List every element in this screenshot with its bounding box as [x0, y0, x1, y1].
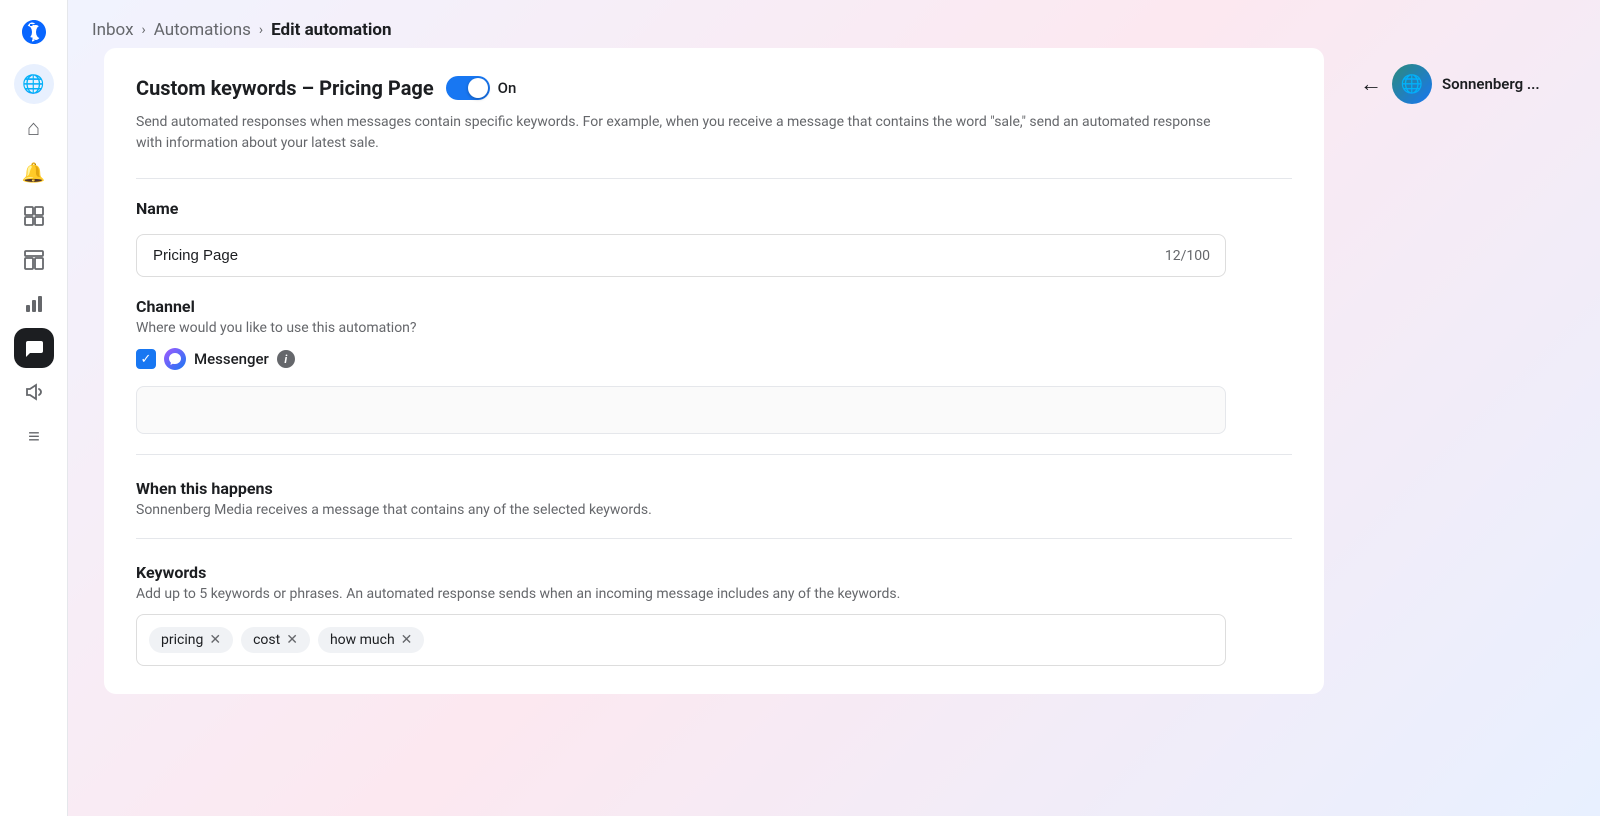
bell-nav-icon[interactable]: 🔔	[14, 152, 54, 192]
name-section-title: Name	[136, 199, 1292, 218]
tag-pricing-remove[interactable]: ✕	[209, 633, 221, 647]
empty-input-area[interactable]	[136, 386, 1226, 434]
toggle-knob	[468, 78, 488, 98]
content-row: Custom keywords – Pricing Page On Send a…	[68, 48, 1600, 816]
home-nav-icon[interactable]: ⌂	[14, 108, 54, 148]
messenger-label: Messenger	[194, 350, 269, 368]
tag-how-much-remove[interactable]: ✕	[401, 633, 413, 647]
section-divider-when	[136, 454, 1292, 455]
automation-title: Custom keywords – Pricing Page	[136, 76, 434, 100]
keyword-tags-wrapper[interactable]: pricing ✕ cost ✕ how much ✕	[136, 614, 1226, 666]
grid-nav-icon[interactable]	[14, 196, 54, 236]
page-wrapper: Inbox › Automations › Edit automation Cu…	[68, 0, 1600, 816]
section-divider-top	[136, 178, 1292, 179]
right-panel: ← 🌐 Sonnenberg ...	[1344, 48, 1584, 800]
header-row: Inbox › Automations › Edit automation	[68, 0, 1600, 48]
tag-pricing-text: pricing	[161, 632, 203, 648]
channel-section-title: Channel	[136, 297, 1292, 316]
megaphone-nav-icon[interactable]	[14, 372, 54, 412]
form-area: Custom keywords – Pricing Page On Send a…	[84, 48, 1344, 800]
tag-cost-text: cost	[253, 632, 280, 648]
tag-pricing: pricing ✕	[149, 627, 233, 653]
name-input[interactable]	[136, 234, 1226, 277]
channel-section-subtitle: Where would you like to use this automat…	[136, 320, 1292, 336]
section-divider-keywords	[136, 538, 1292, 539]
back-button[interactable]: ←	[1360, 71, 1382, 97]
automation-description: Send automated responses when messages c…	[136, 112, 1236, 154]
right-panel-avatar: 🌐	[1392, 64, 1432, 104]
breadcrumb-automations[interactable]: Automations	[154, 20, 251, 40]
right-panel-account-name: Sonnenberg ...	[1442, 75, 1540, 93]
name-section: Name 12/100	[136, 199, 1292, 277]
messenger-info-icon[interactable]: i	[277, 350, 295, 368]
breadcrumb-sep1: ›	[142, 22, 146, 38]
when-section: When this happens Sonnenberg Media recei…	[136, 479, 1292, 518]
tag-how-much-text: how much	[330, 632, 395, 648]
messenger-icon	[164, 348, 186, 370]
messenger-checkbox[interactable]: ✓	[136, 349, 156, 369]
menu-nav-icon[interactable]: ≡	[14, 416, 54, 456]
tag-cost-remove[interactable]: ✕	[286, 633, 298, 647]
keywords-section-title: Keywords	[136, 563, 1292, 582]
messenger-checkbox-row: ✓ Messenger i	[136, 348, 1292, 370]
chart-nav-icon[interactable]	[14, 284, 54, 324]
char-count: 12/100	[1165, 248, 1210, 264]
when-section-description: Sonnenberg Media receives a message that…	[136, 502, 1292, 518]
when-section-title: When this happens	[136, 479, 1292, 498]
toggle-wrapper: On	[446, 76, 517, 100]
layout-nav-icon[interactable]	[14, 240, 54, 280]
toggle-label: On	[498, 79, 517, 97]
breadcrumb-sep2: ›	[259, 22, 263, 38]
keywords-section: Keywords Add up to 5 keywords or phrases…	[136, 563, 1292, 666]
sidebar: 🌐 ⌂ 🔔 ≡	[0, 0, 68, 816]
keywords-section-description: Add up to 5 keywords or phrases. An auto…	[136, 586, 1292, 602]
channel-section: Channel Where would you like to use this…	[136, 297, 1292, 370]
automation-title-row: Custom keywords – Pricing Page On	[136, 76, 1292, 100]
form-container: Custom keywords – Pricing Page On Send a…	[104, 48, 1324, 694]
chat-nav-icon[interactable]	[14, 328, 54, 368]
tag-cost: cost ✕	[241, 627, 310, 653]
globe-nav-icon[interactable]: 🌐	[14, 64, 54, 104]
meta-logo[interactable]	[14, 12, 54, 52]
breadcrumb-current: Edit automation	[271, 20, 391, 40]
automation-toggle[interactable]	[446, 76, 490, 100]
breadcrumb: Inbox › Automations › Edit automation	[92, 20, 1576, 40]
tag-how-much: how much ✕	[318, 627, 424, 653]
name-input-wrapper: 12/100	[136, 234, 1226, 277]
breadcrumb-inbox[interactable]: Inbox	[92, 20, 134, 40]
